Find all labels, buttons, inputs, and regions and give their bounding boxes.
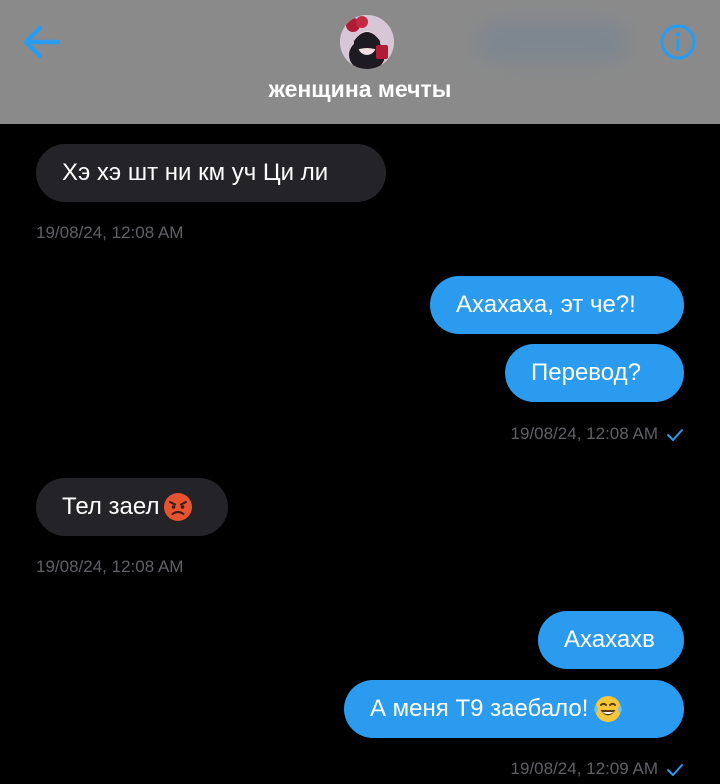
message-timestamp: 19/08/24, 12:08 AM — [36, 557, 184, 576]
message-text: Тел заел — [62, 493, 160, 520]
sent-check-icon — [667, 763, 683, 776]
incoming-message-bubble[interactable]: Хэ хэ шт ни км уч Ци ли — [36, 144, 386, 202]
message-status-row: 19/08/24, 12:09 AM — [440, 758, 684, 780]
avatar[interactable] — [340, 15, 394, 69]
message-timestamp: 19/08/24, 12:08 AM — [36, 223, 184, 242]
blurred-region — [478, 22, 628, 62]
back-button[interactable] — [20, 22, 64, 62]
laughing-tears-emoji — [594, 696, 623, 722]
back-arrow-icon — [23, 25, 61, 59]
message-text: Ахахахв — [564, 626, 655, 653]
message-text: А меня Т9 заебало! — [370, 695, 589, 722]
outgoing-message-bubble[interactable]: Ахахахв — [538, 611, 684, 669]
outgoing-message-bubble[interactable]: Ахахаха, эт че?! — [430, 276, 684, 334]
contact-name[interactable]: женщина мечты — [0, 74, 720, 104]
angry-face-emoji — [164, 493, 193, 521]
sent-check-icon — [667, 428, 683, 441]
chat-header: женщина мечты — [0, 0, 720, 124]
avatar-image — [340, 15, 394, 69]
message-text: Ахахаха, эт че?! — [456, 291, 636, 318]
info-button[interactable] — [658, 22, 698, 62]
outgoing-message-bubble[interactable]: А меня Т9 заебало! — [344, 680, 684, 738]
message-timestamp: 19/08/24, 12:09 AM — [510, 759, 658, 778]
message-text: Перевод? — [531, 359, 641, 386]
message-timestamp: 19/08/24, 12:08 AM — [510, 424, 658, 443]
incoming-message-bubble[interactable]: Тел заел — [36, 478, 228, 536]
message-text: Хэ хэ шт ни км уч Ци ли — [62, 159, 329, 186]
outgoing-message-bubble[interactable]: Перевод? — [505, 344, 684, 402]
message-status-row: 19/08/24, 12:08 AM — [440, 423, 684, 445]
info-icon — [660, 24, 696, 60]
